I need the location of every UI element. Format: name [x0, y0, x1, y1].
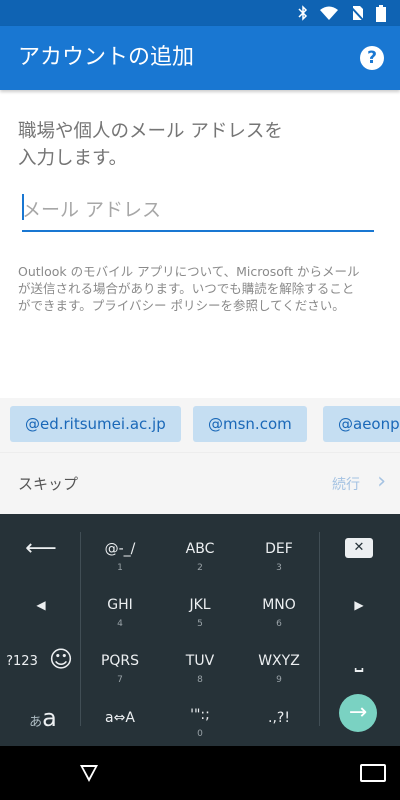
key-3[interactable]: DEF 3	[249, 541, 309, 573]
navigation-bar	[0, 746, 400, 800]
status-icons	[298, 4, 386, 22]
key-label: @-_/	[104, 541, 136, 557]
notice-line-3: ができます。プライバシー ポリシーを参照してください。	[18, 298, 345, 313]
email-prompt: 職場や個人のメール アドレスを 入力します。	[18, 118, 348, 172]
key-number: 1	[117, 563, 123, 573]
key-label: JKL	[189, 597, 211, 613]
key-number: 9	[276, 675, 282, 685]
punctuation-key[interactable]: .,?!	[249, 710, 309, 726]
key-label: MNO	[262, 597, 296, 613]
emoji-icon[interactable]: ☺	[48, 648, 74, 672]
key-number: 2	[197, 563, 203, 573]
domain-chip-ritsumei[interactable]: @ed.ritsumei.ac.jp	[10, 406, 181, 442]
domain-suggestions: @ed.ritsumei.ac.jp @msn.com @aeonp	[0, 398, 400, 452]
back-arrow-key[interactable]: ⟵	[22, 538, 60, 560]
back-icon-inner	[83, 767, 95, 778]
key-1[interactable]: @-_/ 1	[90, 541, 150, 573]
key-number: 5	[197, 619, 203, 629]
help-icon[interactable]: ?	[360, 46, 384, 70]
kana-alpha-switch-key[interactable]: あa	[18, 704, 68, 732]
next-button[interactable]: 続行	[332, 474, 360, 494]
key-2[interactable]: ABC 2	[170, 541, 230, 573]
status-bar	[0, 0, 400, 26]
notice-line-1: Outlook のモバイル アプリについて、Microsoft からメール	[18, 264, 360, 279]
case-toggle-key[interactable]: a⇔A	[90, 710, 150, 726]
wifi-icon	[320, 6, 338, 20]
key-number: 4	[117, 619, 123, 629]
key-9[interactable]: WXYZ 9	[249, 653, 309, 685]
key-label: GHI	[107, 597, 133, 613]
domain-chip-msn[interactable]: @msn.com	[193, 406, 307, 442]
key-label: '":;	[190, 707, 210, 723]
alpha-label: a	[42, 704, 57, 732]
skip-button[interactable]: スキップ	[18, 473, 78, 494]
key-label: .,?!	[268, 710, 290, 726]
privacy-notice: Outlook のモバイル アプリについて、Microsoft からメール が送…	[18, 263, 380, 314]
key-7[interactable]: PQRS 7	[90, 653, 150, 685]
no-sim-icon	[350, 6, 364, 21]
battery-icon	[376, 4, 386, 22]
backspace-icon[interactable]: ✕	[345, 538, 373, 558]
prompt-line-2: 入力します。	[18, 148, 128, 169]
keyboard-divider-right	[319, 532, 320, 726]
enter-key[interactable]: →	[339, 694, 377, 732]
key-4[interactable]: GHI 4	[90, 597, 150, 629]
key-label: a⇔A	[105, 710, 135, 726]
key-6[interactable]: MNO 6	[249, 597, 309, 629]
key-0[interactable]: '":; 0	[170, 707, 230, 739]
key-label: WXYZ	[258, 653, 300, 669]
text-cursor	[22, 194, 24, 220]
app-bar: アカウントの追加 ?	[0, 26, 400, 90]
keyboard-divider-left	[80, 532, 81, 726]
key-number: 6	[276, 619, 282, 629]
key-number: 0	[197, 729, 203, 739]
kana-label: あ	[29, 715, 43, 730]
space-key[interactable]: ⎵	[341, 650, 377, 672]
mode-123-key[interactable]: ?123	[4, 654, 40, 669]
key-5[interactable]: JKL 5	[170, 597, 230, 629]
key-label: TUV	[185, 653, 215, 669]
bluetooth-icon	[298, 5, 308, 21]
prompt-line-1: 職場や個人のメール アドレスを	[18, 121, 283, 142]
notice-line-2: が送信される場合があります。いつでも購読を解除すること	[18, 281, 355, 296]
action-bar: スキップ 続行 ›	[0, 452, 400, 515]
keyboard-switch-icon[interactable]	[360, 764, 386, 782]
key-label: PQRS	[100, 653, 140, 669]
key-8[interactable]: TUV 8	[170, 653, 230, 685]
key-number: 8	[197, 675, 203, 685]
email-field[interactable]	[22, 190, 374, 232]
cursor-right-key[interactable]: ▶	[349, 598, 369, 612]
key-number: 3	[276, 563, 282, 573]
cursor-left-key[interactable]: ◀	[31, 598, 51, 612]
key-label: ABC	[185, 541, 215, 557]
chevron-right-icon[interactable]: ›	[377, 469, 386, 495]
domain-chip-aeon[interactable]: @aeonp	[323, 406, 400, 442]
key-label: DEF	[265, 541, 293, 557]
soft-keyboard: ⟵ ◀ ?123 ☺ あa @-_/1 ABC 2 DEF 3 GHI 4 JKL 5 …	[0, 514, 400, 746]
page-title: アカウントの追加	[18, 45, 195, 70]
key-number: 7	[117, 675, 123, 685]
